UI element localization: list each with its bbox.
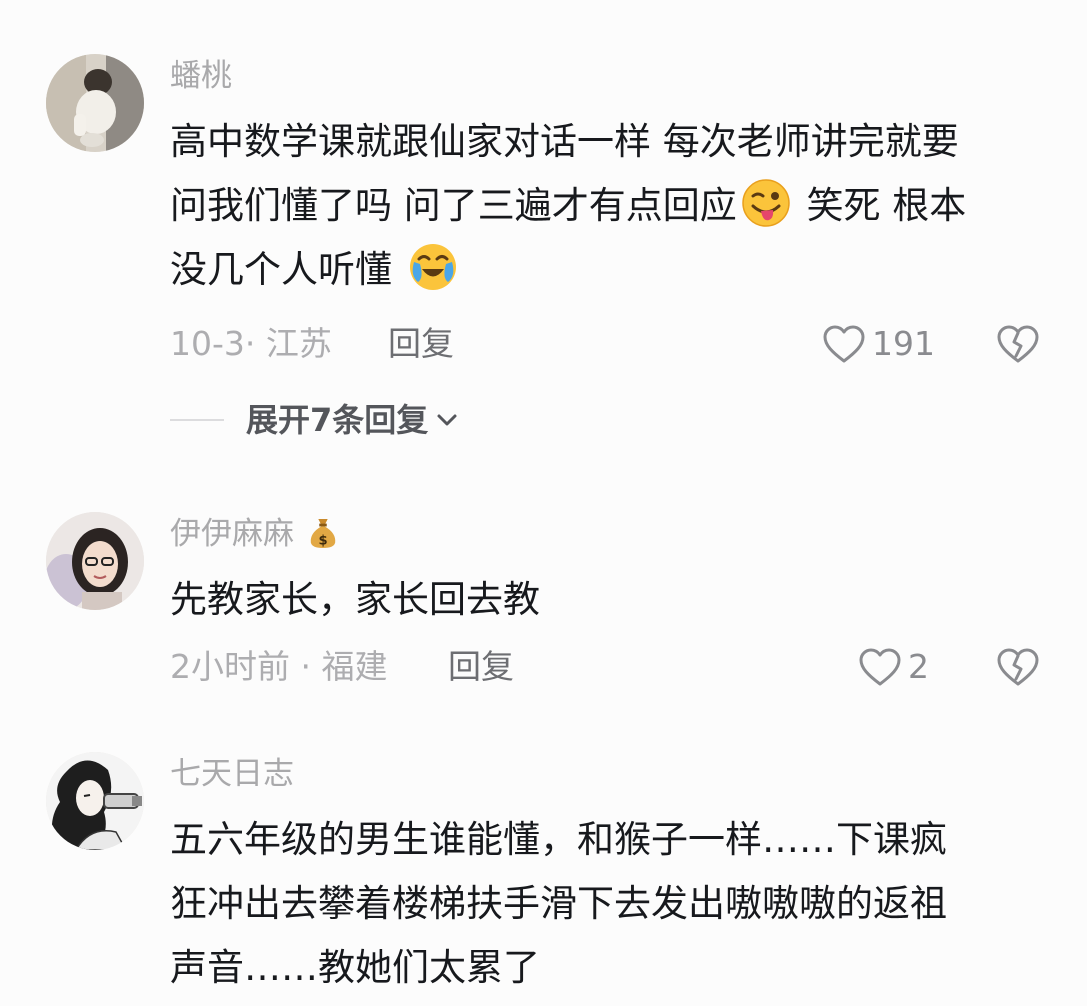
avatar[interactable]: [46, 752, 144, 850]
heart-outline-icon: [859, 648, 901, 686]
money-bag-icon: $: [310, 518, 336, 548]
comment-body: 五六年级的男生谁能懂，和猴子一样……下课疯 狂冲出去攀着楼梯扶手滑下去发出嗷嗷嗷…: [170, 808, 1050, 1000]
wink-tongue-emoji-icon: [742, 179, 790, 227]
comment-text: 五六年级的男生谁能懂，和猴子一样……下课疯: [170, 818, 947, 861]
broken-heart-icon[interactable]: [996, 647, 1040, 687]
comment-text: 笑死 根本: [794, 184, 967, 227]
heart-outline-icon: [823, 325, 865, 363]
avatar[interactable]: [46, 54, 144, 152]
comment-text: 问我们懂了吗 问了三遍才有点回应: [170, 184, 737, 227]
comment-meta: 10-3· 江苏: [170, 324, 332, 363]
expand-replies-label: 展开7条回复: [246, 401, 429, 439]
like-count: 191: [872, 324, 935, 363]
reply-button[interactable]: 回复: [448, 645, 514, 689]
reply-button[interactable]: 回复: [388, 322, 454, 366]
like-button[interactable]: 191: [822, 322, 935, 366]
divider: [170, 419, 224, 421]
comment-text: 高中数学课就跟仙家对话一样 每次老师讲完就要: [170, 120, 959, 163]
comment-line: 先教家长，家长回去教: [170, 568, 1050, 632]
avatar[interactable]: [46, 512, 144, 610]
comment-line: 没几个人听懂: [170, 238, 1050, 302]
broken-heart-icon[interactable]: [996, 324, 1040, 364]
comment-meta: 2小时前 · 福建: [170, 647, 388, 686]
crying-laughing-emoji-icon: [409, 244, 456, 290]
username[interactable]: 伊伊麻麻 $: [170, 514, 338, 554]
username[interactable]: 七天日志: [170, 754, 294, 794]
comment-line: 声音……教她们太累了: [170, 936, 1050, 1000]
comment-list: 蟠桃 高中数学课就跟仙家对话一样 每次老师讲完就要 问我们懂了吗 问了三遍才有点…: [0, 0, 1087, 1006]
comment-text: 先教家长，家长回去教: [170, 578, 540, 621]
username-text: 伊伊麻麻: [170, 516, 294, 552]
comment-text: 声音……教她们太累了: [170, 946, 540, 989]
comment-text: 没几个人听懂: [170, 248, 404, 291]
svg-text:$: $: [318, 533, 327, 548]
like-count: 2: [908, 647, 929, 686]
expand-replies-button[interactable]: 展开7条回复: [170, 398, 458, 442]
comment-body: 高中数学课就跟仙家对话一样 每次老师讲完就要 问我们懂了吗 问了三遍才有点回应 …: [170, 110, 1050, 302]
comment-text: 狂冲出去攀着楼梯扶手滑下去发出嗷嗷嗷的返祖: [170, 882, 947, 925]
like-button[interactable]: 2: [858, 645, 929, 689]
comment-line: 五六年级的男生谁能懂，和猴子一样……下课疯: [170, 808, 1050, 872]
username[interactable]: 蟠桃: [170, 56, 232, 96]
comment-body: 先教家长，家长回去教: [170, 568, 1050, 632]
chevron-down-icon: [437, 414, 457, 426]
comment-line: 高中数学课就跟仙家对话一样 每次老师讲完就要: [170, 110, 1050, 174]
comment-line: 狂冲出去攀着楼梯扶手滑下去发出嗷嗷嗷的返祖: [170, 872, 1050, 936]
comment-line: 问我们懂了吗 问了三遍才有点回应 笑死 根本: [170, 174, 1050, 238]
